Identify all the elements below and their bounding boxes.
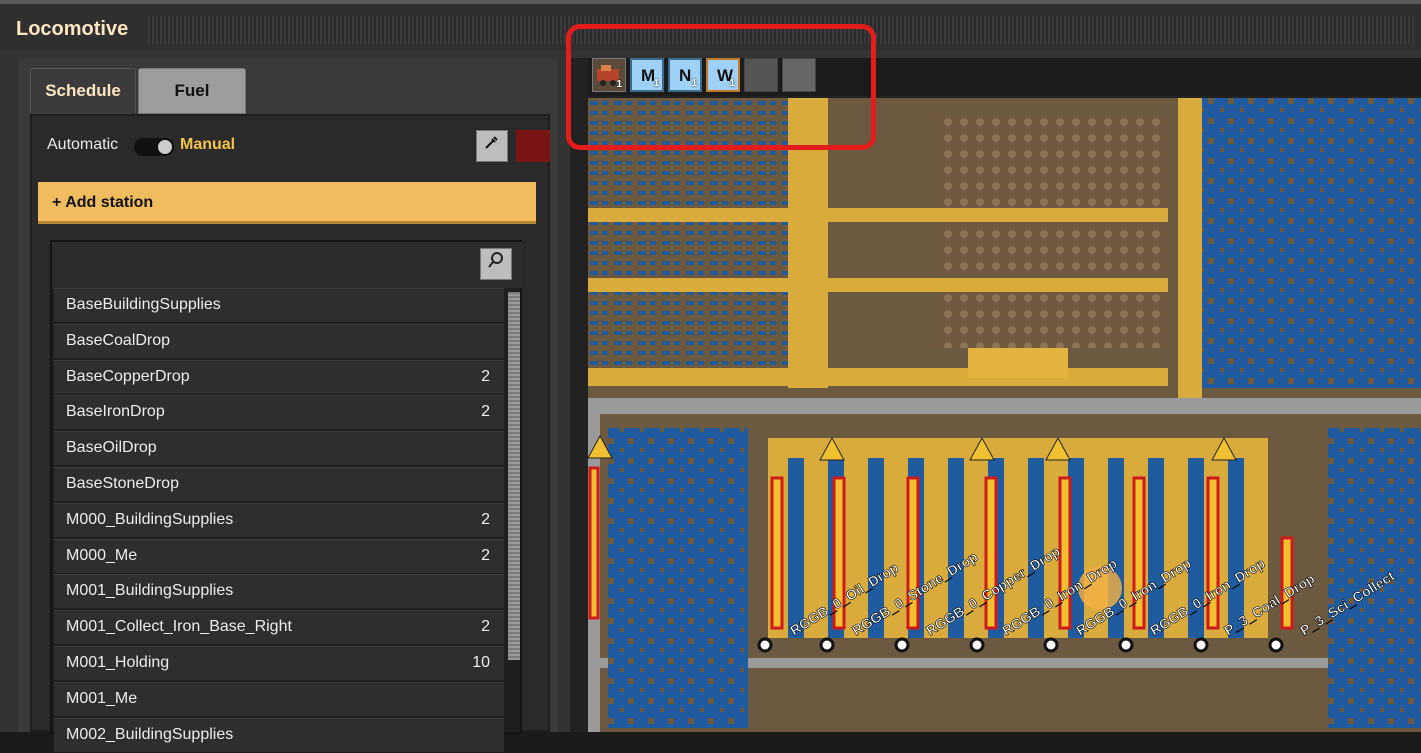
list-item[interactable]: BaseOilDrop [54, 431, 504, 466]
list-item[interactable]: M000_Me 2 [54, 538, 504, 573]
list-item[interactable]: M001_BuildingSupplies [54, 574, 504, 609]
color-swatch[interactable] [516, 130, 550, 162]
station-name: BaseCoalDrop [66, 331, 171, 349]
window-title: Locomotive [16, 18, 129, 40]
station-name: M000_BuildingSupplies [66, 510, 234, 528]
station-name: BaseStoneDrop [66, 474, 179, 492]
station-list: BaseBuildingSupplies BaseCoalDrop BaseCopp… [50, 240, 522, 752]
automatic-label: Automatic [47, 136, 119, 153]
schedule-panel: Automatic Manual + Add station BaseBuild… [30, 114, 552, 752]
station-name: BaseCopperDrop [66, 367, 190, 385]
station-name: M001_BuildingSupplies [66, 582, 234, 600]
list-item[interactable]: M001_Me [54, 681, 504, 716]
station-name: M001_Collect_Iron_Base_Right [66, 618, 292, 636]
tab-schedule[interactable]: Schedule [30, 68, 136, 113]
station-name: M001_Me [66, 689, 138, 707]
map-panel: 1 M 1 N 1 W 1 RGGB_0_Oil_Drop RGGB_0_Sto… [570, 58, 1421, 732]
search-icon [487, 252, 505, 274]
station-count: 2 [481, 618, 490, 636]
list-item[interactable]: BaseStoneDrop [54, 466, 504, 501]
station-name: M001_Holding [66, 653, 170, 671]
toggle-knob [158, 140, 172, 154]
list-item[interactable]: M001_Collect_Iron_Base_Right 2 [54, 610, 504, 645]
list-item[interactable]: M002_BuildingSupplies [54, 717, 504, 752]
locomotive-window: Locomotive Schedule Fuel Automatic Manua… [0, 0, 1421, 752]
station-count: 2 [481, 510, 490, 528]
tab-fuel[interactable]: Fuel [138, 68, 246, 114]
list-item[interactable]: BaseCopperDrop 2 [54, 359, 504, 394]
station-rows: BaseBuildingSupplies BaseCoalDrop BaseCopp… [54, 288, 504, 753]
eyedropper-icon [483, 135, 501, 156]
station-name: M002_BuildingSupplies [66, 725, 234, 743]
station-count: 2 [481, 367, 490, 385]
list-item[interactable]: M001_Holding 10 [54, 645, 504, 680]
minimap[interactable]: RGGB_0_Oil_Drop RGGB_0_Stone_Drop RGGB_0… [587, 98, 1421, 732]
mode-toggle[interactable] [134, 138, 174, 156]
add-station-button[interactable]: + Add station [38, 182, 536, 224]
search-row [52, 242, 522, 288]
search-button[interactable] [480, 248, 512, 280]
list-item[interactable]: M000_BuildingSupplies 2 [54, 502, 504, 537]
station-count: 2 [481, 546, 490, 564]
eyedropper-button[interactable] [476, 130, 508, 162]
mode-row: Automatic Manual [32, 126, 552, 166]
highlight-box [566, 24, 876, 150]
station-count: 2 [481, 403, 490, 421]
station-name: BaseIronDrop [66, 403, 165, 421]
station-name: M000_Me [66, 546, 138, 564]
left-panel: Schedule Fuel Automatic Manual + Add sta… [18, 58, 558, 752]
list-item[interactable]: BaseIronDrop 2 [54, 395, 504, 430]
list-item[interactable]: BaseCoalDrop [54, 323, 504, 358]
station-name: BaseBuildingSupplies [66, 296, 221, 313]
station-name: BaseOilDrop [66, 439, 157, 457]
list-item[interactable]: BaseBuildingSupplies [54, 288, 504, 322]
station-count: 10 [472, 653, 490, 671]
manual-label: Manual [180, 136, 236, 153]
scrollbar[interactable] [508, 292, 520, 660]
